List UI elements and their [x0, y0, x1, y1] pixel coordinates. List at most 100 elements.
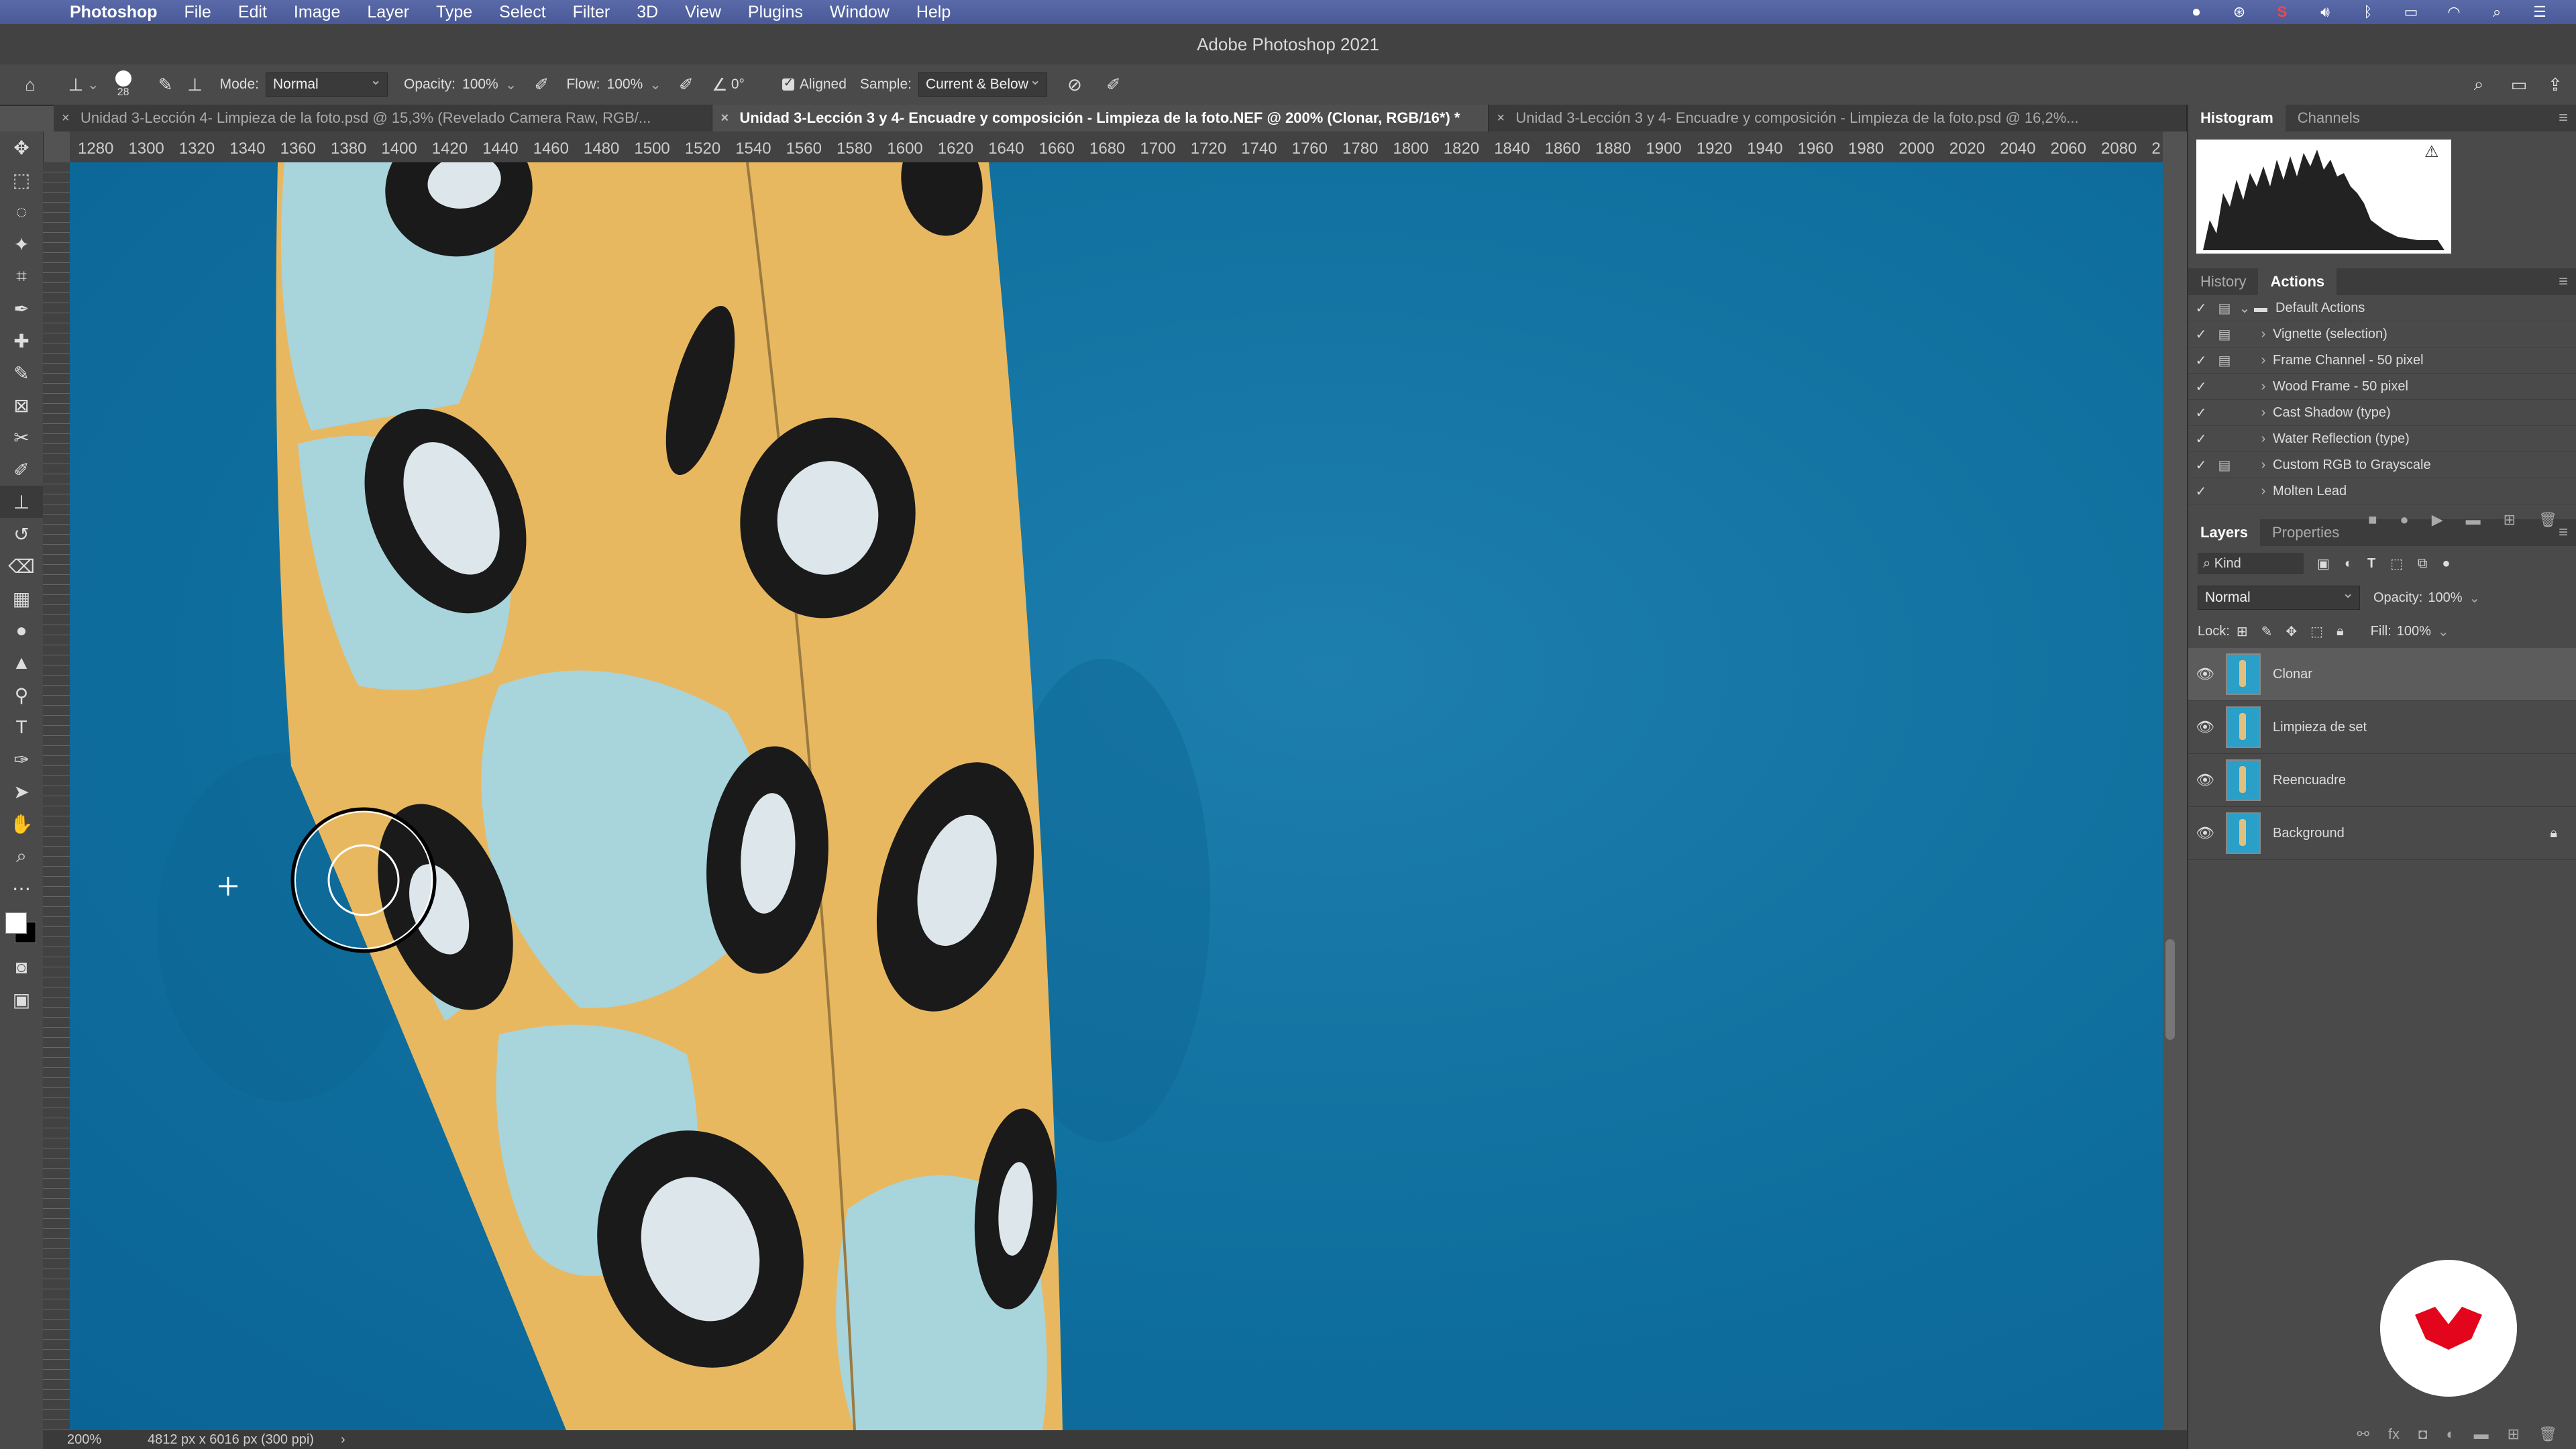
dodge-tool-icon[interactable]: ⚲	[0, 679, 43, 711]
color-swatches[interactable]	[0, 904, 43, 951]
airbrush-icon[interactable]: ✐	[675, 73, 698, 96]
healing-brush-tool-icon[interactable]: ✚	[0, 325, 43, 357]
layer-row-background[interactable]: 👁︎ Background 🔒︎	[2188, 807, 2576, 860]
trash-icon[interactable]: 🗑︎	[2538, 511, 2557, 529]
volume-icon[interactable]: 🔊︎	[2316, 4, 2334, 20]
menu-help[interactable]: Help	[916, 0, 951, 24]
dialog-toggle-icon[interactable]: ▤	[2214, 326, 2235, 343]
ignore-adjustment-layers-icon[interactable]: ⊘	[1063, 73, 1086, 96]
check-icon[interactable]: ✓	[2188, 431, 2214, 447]
close-icon[interactable]: ×	[62, 105, 70, 131]
layer-row-clonar[interactable]: 👁︎ Clonar	[2188, 648, 2576, 701]
add-mask-icon[interactable]: ◘	[2418, 1426, 2427, 1443]
marquee-tool-icon[interactable]: ⬚	[0, 164, 43, 196]
chevron-down-icon[interactable]: ⌄	[2469, 590, 2481, 606]
app-s-icon[interactable]: S	[2273, 4, 2292, 20]
play-icon[interactable]: ▶	[2432, 511, 2443, 529]
magic-wand-tool-icon[interactable]: ✦	[0, 228, 43, 260]
eyedropper-tool-icon[interactable]: ✒	[0, 292, 43, 325]
action-item[interactable]: ✓ ▤ › Custom RGB to Grayscale	[2188, 452, 2576, 478]
menu-filter[interactable]: Filter	[573, 0, 610, 24]
lock-image-icon[interactable]: ✎	[2261, 623, 2273, 640]
new-set-folder-icon[interactable]: ▬	[2466, 511, 2481, 529]
eraser-tool-icon[interactable]: ⌫	[0, 550, 43, 582]
menu-file[interactable]: File	[184, 0, 211, 24]
layer-opacity-value[interactable]: 100%	[2428, 590, 2462, 606]
crop-tool-icon[interactable]: ⌗	[0, 260, 43, 292]
chevron-right-icon[interactable]: ›	[2254, 458, 2273, 473]
link-layers-icon[interactable]: ⚯	[2357, 1426, 2369, 1443]
fx-icon[interactable]: fx	[2388, 1426, 2400, 1443]
chevron-down-icon[interactable]: ⌄	[649, 76, 661, 93]
panel-menu-icon[interactable]: ≡	[2559, 109, 2568, 127]
share-icon[interactable]: ⇪	[2544, 73, 2567, 96]
kind-filter-dropdown[interactable]: ⌕ Kind	[2198, 553, 2304, 574]
check-icon[interactable]: ✓	[2188, 352, 2214, 369]
dialog-toggle-icon[interactable]: ▤	[2214, 300, 2235, 317]
panel-menu-icon[interactable]: ≡	[2559, 523, 2568, 542]
tab-channels[interactable]: Channels	[2286, 105, 2372, 131]
action-item[interactable]: ✓ › Wood Frame - 50 pixel	[2188, 374, 2576, 400]
panel-menu-icon[interactable]: ≡	[2559, 272, 2568, 291]
lock-all-icon[interactable]: 🔒︎	[2337, 624, 2344, 639]
filter-smart-object-icon[interactable]: ⧉	[2418, 556, 2427, 572]
layer-row-reencuadre[interactable]: 👁︎ Reencuadre	[2188, 754, 2576, 807]
new-group-icon[interactable]: ▬	[2474, 1426, 2489, 1443]
search-icon[interactable]: ⌕	[2467, 73, 2490, 96]
brush-preset-picker[interactable]: 28	[115, 70, 131, 99]
clone-source-icon[interactable]: ⊥	[184, 73, 207, 96]
chevron-right-icon[interactable]: ›	[2254, 353, 2273, 368]
filter-pixel-icon[interactable]: ▣	[2317, 555, 2330, 572]
record-icon[interactable]: ⏺	[2187, 4, 2206, 20]
lasso-tool-icon[interactable]: ◌	[0, 196, 43, 228]
workspace-icon[interactable]: ▭	[2508, 73, 2530, 96]
sample-dropdown[interactable]: Current & Below	[918, 69, 1047, 97]
quick-mask-icon[interactable]: ◙	[0, 951, 43, 983]
lock-artboard-icon[interactable]: ⬚	[2310, 623, 2323, 640]
chevron-right-icon[interactable]: ›	[341, 1432, 345, 1448]
visibility-eye-icon[interactable]: 👁︎	[2188, 771, 2222, 789]
foreground-color-swatch[interactable]	[5, 912, 27, 934]
home-icon[interactable]: ⌂	[19, 73, 42, 96]
check-icon[interactable]: ✓	[2188, 457, 2214, 474]
menu-edit[interactable]: Edit	[238, 0, 267, 24]
chevron-right-icon[interactable]: ›	[2254, 405, 2273, 421]
chevron-down-icon[interactable]: ⌄	[505, 76, 517, 93]
gradient-tool-icon[interactable]: ▦	[0, 582, 43, 614]
check-icon[interactable]: ✓	[2188, 326, 2214, 343]
pen-tool-icon[interactable]: ✑	[0, 743, 43, 775]
lock-transparent-icon[interactable]: ⊞	[2237, 623, 2248, 640]
mode-dropdown[interactable]: Normal	[265, 69, 388, 97]
warning-icon[interactable]: ⚠	[2424, 142, 2439, 162]
check-icon[interactable]: ✓	[2188, 405, 2214, 421]
screen-mode-icon[interactable]: ▣	[0, 983, 43, 1016]
pressure-size-icon[interactable]: ✐	[1102, 73, 1125, 96]
new-layer-icon[interactable]: ⊞	[2508, 1426, 2520, 1443]
close-icon[interactable]: ×	[720, 105, 729, 131]
stop-icon[interactable]: ■	[2368, 511, 2377, 529]
chevron-right-icon[interactable]: ›	[2254, 379, 2273, 394]
dialog-toggle-icon[interactable]: ▤	[2214, 352, 2235, 369]
check-icon[interactable]: ✓	[2188, 483, 2214, 500]
path-selection-tool-icon[interactable]: ➤	[0, 775, 43, 808]
filter-shape-icon[interactable]: ⬚	[2390, 555, 2403, 572]
action-item[interactable]: ✓ › Cast Shadow (type)	[2188, 400, 2576, 426]
zoom-level[interactable]: 200%	[67, 1432, 148, 1448]
record-icon[interactable]: ●	[2400, 511, 2408, 529]
close-icon[interactable]: ×	[1497, 105, 1505, 131]
more-tools-icon[interactable]: ⋯	[0, 872, 43, 904]
pressure-opacity-icon[interactable]: ✐	[530, 73, 553, 96]
menu-type[interactable]: Type	[436, 0, 472, 24]
lock-icon[interactable]: 🔒︎	[2550, 826, 2557, 841]
mixer-brush-tool-icon[interactable]: ✐	[0, 453, 43, 486]
frame-tool-icon[interactable]: ⊠	[0, 389, 43, 421]
document-canvas[interactable]	[70, 162, 2163, 1430]
lock-position-icon[interactable]: ✥	[2286, 623, 2297, 640]
tab-history[interactable]: History	[2188, 268, 2258, 295]
menu-3d[interactable]: 3D	[637, 0, 658, 24]
bluetooth-icon[interactable]: ᛒ	[2359, 4, 2377, 20]
control-center-icon[interactable]: ☰	[2530, 4, 2549, 20]
blur-tool-icon[interactable]: ●	[0, 614, 43, 647]
dialog-toggle-icon[interactable]: ▤	[2214, 457, 2235, 474]
menu-app-name[interactable]: Photoshop	[70, 0, 158, 24]
